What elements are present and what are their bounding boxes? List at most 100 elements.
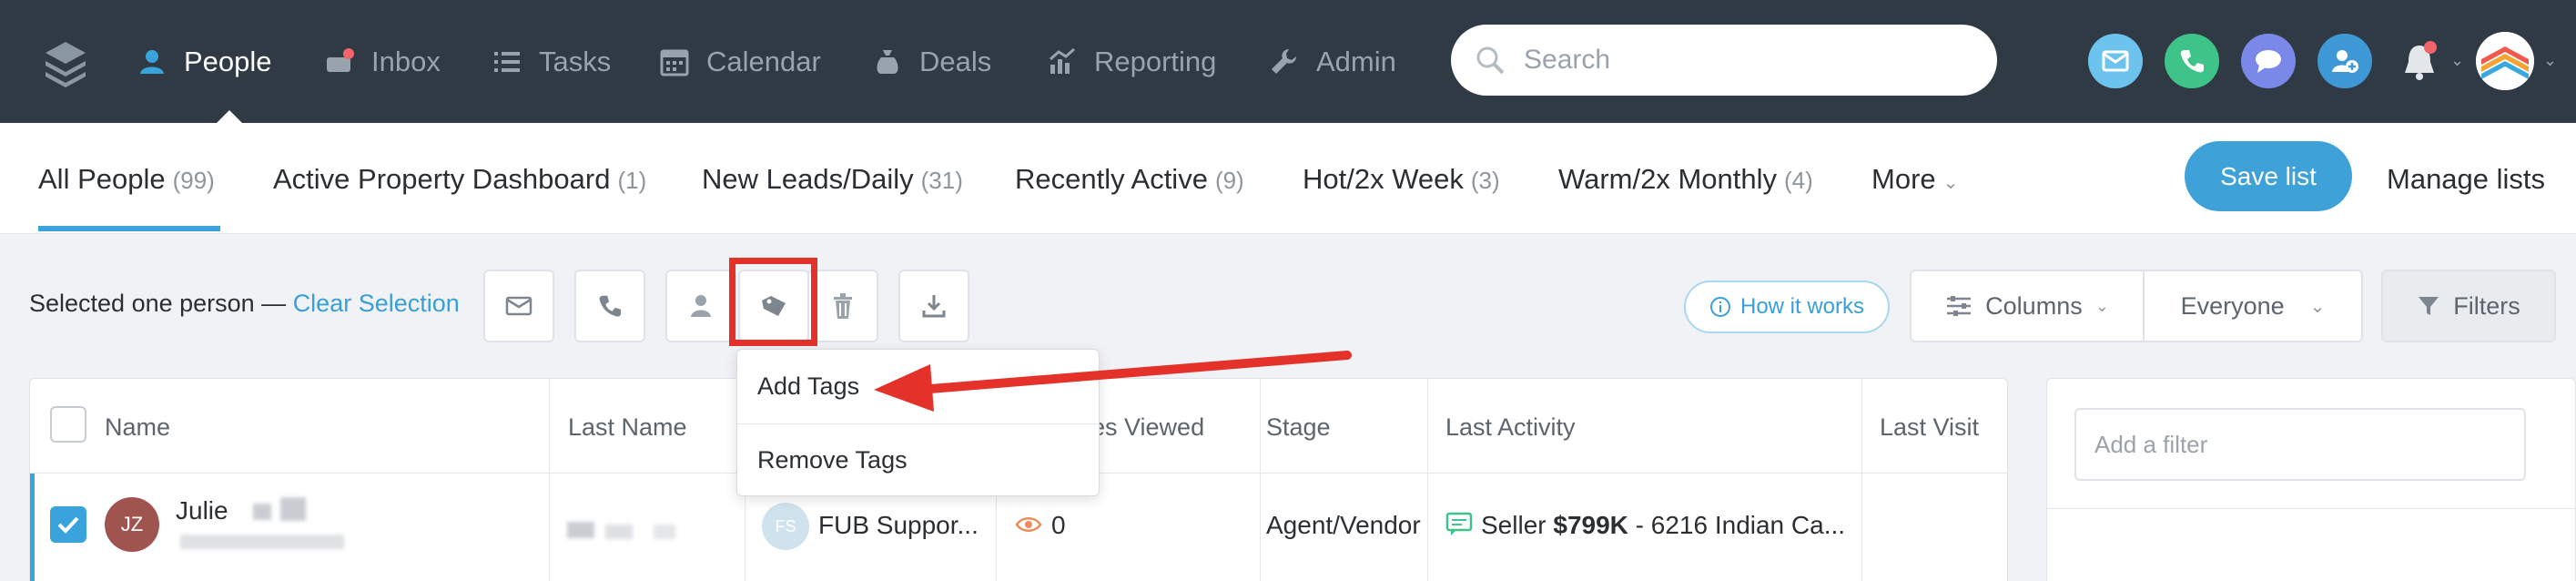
- remove-tags-menu-item[interactable]: Remove Tags: [757, 446, 908, 474]
- activity-price: $799K: [1553, 511, 1628, 539]
- list-tabs-bar: All People (99) Active Property Dashboard…: [0, 123, 2576, 234]
- bulk-call-button[interactable]: [574, 270, 645, 342]
- search-icon: [1476, 46, 1505, 75]
- tab-all-people[interactable]: All People (99): [38, 163, 215, 196]
- filter-panel: [2046, 378, 2576, 581]
- assigned-agent-avatar: FS: [762, 503, 809, 550]
- funnel-icon: [2419, 297, 2439, 315]
- tab-label: Recently Active: [1015, 163, 1208, 195]
- row-checkbox[interactable]: [50, 506, 86, 543]
- bell-icon: [2405, 41, 2437, 80]
- inbox-icon: [327, 48, 354, 72]
- last-activity-value[interactable]: Seller $799K - 6216 Indian Ca...: [1481, 511, 1845, 540]
- active-tab-indicator: [38, 226, 220, 231]
- message-action-button[interactable]: [2241, 34, 2296, 88]
- search-box[interactable]: [1451, 25, 1997, 96]
- panel-divider: [2047, 508, 2576, 509]
- filters-button[interactable]: Filters: [2381, 270, 2556, 342]
- eye-icon: [1015, 517, 1042, 532]
- tab-hot-2x-week[interactable]: Hot/2x Week (3): [1303, 163, 1500, 196]
- tab-warm-2x-monthly[interactable]: Warm/2x Monthly (4): [1558, 163, 1813, 196]
- nav-admin[interactable]: Admin: [1269, 42, 1396, 82]
- tab-active-property-dashboard[interactable]: Active Property Dashboard (1): [273, 163, 646, 196]
- tab-label: Hot/2x Week: [1303, 163, 1464, 195]
- column-header-stage[interactable]: Stage: [1266, 413, 1331, 442]
- delete-button[interactable]: [807, 270, 878, 342]
- tags-button-highlight-box: [729, 258, 817, 346]
- column-header-name[interactable]: Name: [105, 413, 170, 442]
- bulk-email-button[interactable]: [483, 270, 554, 342]
- column-header-last-visit[interactable]: Last Visit: [1880, 413, 1979, 442]
- how-it-works-button[interactable]: How it works: [1684, 280, 1890, 333]
- chat-bubble-icon: [2256, 50, 2281, 73]
- chevron-down-icon: ⌄: [1942, 173, 1959, 193]
- list-icon: [494, 52, 520, 72]
- column-divider: [1427, 379, 1428, 581]
- add-tags-menu-item[interactable]: Add Tags: [757, 372, 859, 401]
- column-header-last-activity[interactable]: Last Activity: [1445, 413, 1576, 442]
- assign-person-button[interactable]: [665, 270, 736, 342]
- tab-count: (99): [172, 167, 215, 194]
- columns-dropdown[interactable]: Columns ⌄: [1912, 271, 2143, 341]
- redacted-text: [253, 504, 271, 520]
- stage-value[interactable]: Agent/Vendor: [1266, 511, 1421, 540]
- add-filter-input[interactable]: [2074, 408, 2526, 481]
- download-icon: [922, 295, 946, 318]
- select-all-checkbox[interactable]: [50, 406, 86, 443]
- email-action-button[interactable]: [2088, 34, 2143, 88]
- column-header-properties-viewed[interactable]: ies Viewed: [1086, 413, 1204, 442]
- assigned-agent-name[interactable]: FUB Suppor...: [818, 511, 979, 540]
- tags-dropdown-menu: Add Tags Remove Tags: [736, 349, 1100, 496]
- message-icon: [1445, 512, 1473, 535]
- tab-label: Warm/2x Monthly: [1558, 163, 1778, 195]
- redacted-text: [654, 525, 675, 539]
- nav-tasks[interactable]: Tasks: [492, 42, 611, 82]
- redacted-text: [567, 522, 594, 538]
- notifications-button[interactable]: [2392, 35, 2447, 89]
- tab-recently-active[interactable]: Recently Active (9): [1015, 163, 1244, 196]
- nav-deals-label: Deals: [919, 46, 992, 77]
- nav-deals[interactable]: Deals: [872, 42, 991, 82]
- money-bag-icon: [877, 50, 898, 74]
- nav-calendar[interactable]: Calendar: [659, 42, 821, 82]
- checkmark-icon: [57, 516, 79, 534]
- calendar-icon: [660, 49, 689, 76]
- manage-lists-link[interactable]: Manage lists: [2387, 163, 2545, 196]
- nav-reporting[interactable]: Reporting: [1047, 42, 1216, 82]
- save-list-button[interactable]: Save list: [2185, 141, 2352, 211]
- tab-more[interactable]: More ⌄: [1871, 163, 1958, 196]
- tab-label: Active Property Dashboard: [273, 163, 611, 195]
- phone-icon: [599, 295, 622, 317]
- nav-people[interactable]: People: [137, 42, 272, 82]
- redacted-text: [280, 497, 306, 521]
- add-person-button[interactable]: [2317, 34, 2372, 88]
- tab-new-leads-daily[interactable]: New Leads/Daily (31): [702, 163, 963, 196]
- clear-selection-link[interactable]: Clear Selection: [293, 290, 460, 317]
- column-header-last-name[interactable]: Last Name: [568, 413, 687, 442]
- search-input[interactable]: [1524, 45, 1961, 76]
- nav-people-label: People: [184, 46, 272, 77]
- user-avatar[interactable]: [2476, 32, 2534, 90]
- info-icon: [1709, 297, 1730, 317]
- contact-first-name[interactable]: Julie: [176, 496, 228, 525]
- nav-inbox-label: Inbox: [371, 46, 441, 77]
- column-divider: [1260, 379, 1261, 581]
- activity-prefix: Seller: [1481, 511, 1547, 539]
- chevron-down-icon: ⌄: [2094, 296, 2109, 315]
- chevron-down-icon[interactable]: ⌄: [2543, 51, 2557, 70]
- columns-label: Columns: [1985, 291, 2083, 320]
- sliders-icon: [1947, 296, 1972, 316]
- envelope-icon: [2102, 50, 2129, 72]
- nav-inbox[interactable]: Inbox: [324, 42, 441, 82]
- everyone-dropdown[interactable]: Everyone ⌄: [2143, 271, 2361, 341]
- app-logo-icon[interactable]: [40, 36, 91, 87]
- tab-count: (31): [920, 167, 963, 194]
- wrench-icon: [1272, 49, 1296, 74]
- trash-icon: [834, 293, 852, 319]
- chevron-down-icon[interactable]: ⌄: [2450, 51, 2464, 70]
- call-action-button[interactable]: [2165, 34, 2219, 88]
- chevron-down-icon: ⌄: [2309, 296, 2326, 317]
- export-button[interactable]: [898, 270, 969, 342]
- selection-status: Selected one person — Clear Selection: [29, 290, 460, 318]
- nav-admin-label: Admin: [1316, 46, 1396, 77]
